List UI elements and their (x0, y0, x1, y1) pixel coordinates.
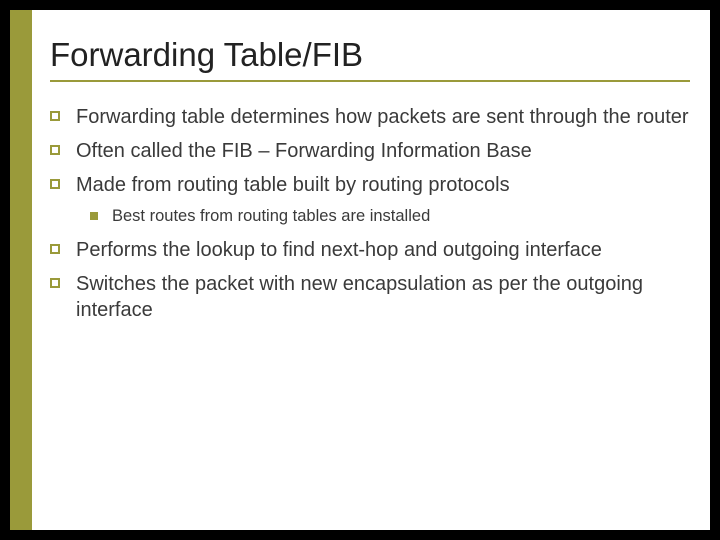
sub-bullet-text: Best routes from routing tables are inst… (112, 206, 690, 227)
bullet-marker-icon (50, 111, 60, 121)
bullet-marker-icon (50, 278, 60, 288)
sub-bullet-marker-icon (90, 212, 98, 220)
bullet-marker-icon (50, 244, 60, 254)
slide-content: Forwarding Table/FIB Forwarding table de… (32, 10, 710, 530)
bullet-item: Forwarding table determines how packets … (50, 104, 690, 130)
bullet-list: Forwarding table determines how packets … (50, 104, 690, 323)
bullet-text: Switches the packet with new encapsulati… (76, 271, 690, 323)
bullet-text: Made from routing table built by routing… (76, 172, 690, 198)
bullet-marker-icon (50, 179, 60, 189)
bullet-text: Often called the FIB – Forwarding Inform… (76, 138, 690, 164)
slide-title: Forwarding Table/FIB (50, 36, 690, 82)
bullet-text: Forwarding table determines how packets … (76, 104, 690, 130)
bullet-marker-icon (50, 145, 60, 155)
bullet-item: Performs the lookup to find next-hop and… (50, 237, 690, 263)
bullet-item: Made from routing table built by routing… (50, 172, 690, 198)
sidebar-accent (10, 10, 32, 530)
slide: Forwarding Table/FIB Forwarding table de… (10, 10, 710, 530)
sub-bullet-item: Best routes from routing tables are inst… (90, 206, 690, 227)
bullet-item: Often called the FIB – Forwarding Inform… (50, 138, 690, 164)
bullet-item: Switches the packet with new encapsulati… (50, 271, 690, 323)
bullet-text: Performs the lookup to find next-hop and… (76, 237, 690, 263)
